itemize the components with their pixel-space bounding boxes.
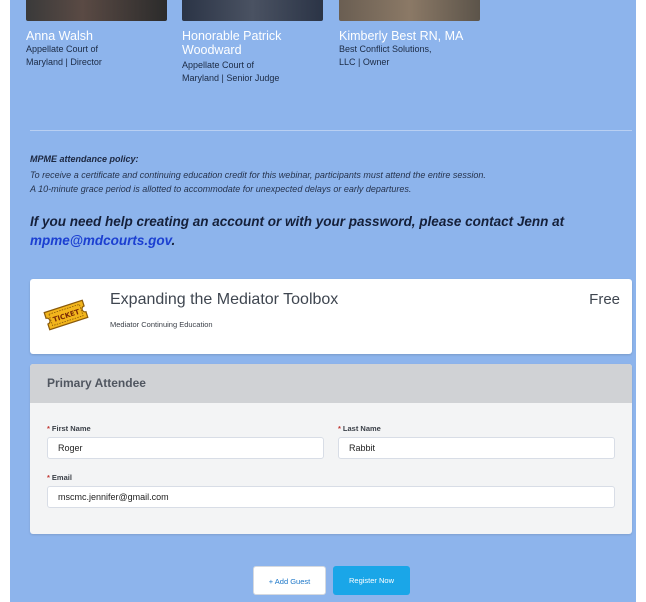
email-label-text: Email xyxy=(51,473,72,482)
attendee-form: Primary Attendee * First Name Roger * Last… xyxy=(30,364,632,534)
speaker-name: Anna Walsh xyxy=(26,29,93,43)
attendee-header: Primary Attendee xyxy=(30,364,632,403)
register-now-button[interactable]: Register Now xyxy=(333,566,410,595)
speaker-role: LLC | Owner xyxy=(339,57,390,67)
policy-title: MPME attendance policy: xyxy=(30,154,139,164)
policy-text: To receive a certificate and continuing … xyxy=(30,170,486,180)
last-name-label: * Last Name xyxy=(338,424,381,433)
ticket-title: Expanding the Mediator Toolbox xyxy=(110,291,339,308)
speaker-role: Maryland | Senior Judge xyxy=(182,73,280,83)
speaker-photo xyxy=(26,0,167,21)
event-registration-page: Anna Walsh Appellate Court of Maryland |… xyxy=(0,0,646,602)
speaker-name: Woodward xyxy=(182,43,242,57)
required-marker: * xyxy=(47,424,50,433)
required-marker: * xyxy=(47,473,50,482)
section-divider xyxy=(30,130,632,131)
help-suffix: . xyxy=(171,233,176,248)
ticket-subtitle: Mediator Continuing Education xyxy=(110,320,213,329)
speaker-role: Maryland | Director xyxy=(26,57,102,67)
email-input[interactable]: mscmc.jennifer@gmail.com xyxy=(47,486,615,508)
ticket-card[interactable]: TICKET Expanding the Mediator Toolbox Me… xyxy=(30,279,632,354)
speaker-photo xyxy=(339,0,480,21)
email-label: * Email xyxy=(47,473,72,482)
help-notice: If you need help creating an account or … xyxy=(30,212,590,250)
speaker-name: Honorable Patrick xyxy=(182,29,282,43)
add-guest-button[interactable]: + Add Guest xyxy=(253,566,326,595)
ticket-price: Free xyxy=(589,291,620,308)
last-name-input[interactable]: Rabbit xyxy=(338,437,615,459)
left-margin xyxy=(0,0,10,602)
last-name-label-text: Last Name xyxy=(342,424,381,433)
speaker-photo xyxy=(182,0,323,21)
attendee-header-title: Primary Attendee xyxy=(47,376,146,390)
speaker-role: Best Conflict Solutions, xyxy=(339,44,432,54)
help-text: If you need help creating an account or … xyxy=(30,214,565,229)
first-name-label-text: First Name xyxy=(51,424,91,433)
policy-text: A 10-minute grace period is allotted to … xyxy=(30,184,412,194)
first-name-input[interactable]: Roger xyxy=(47,437,324,459)
help-email-link[interactable]: mpme@mdcourts.gov xyxy=(30,233,171,248)
required-marker: * xyxy=(338,424,341,433)
speaker-role: Appellate Court of xyxy=(182,60,255,70)
ticket-icon: TICKET xyxy=(43,299,89,331)
first-name-label: * First Name xyxy=(47,424,91,433)
speaker-role: Appellate Court of xyxy=(26,44,99,54)
speaker-name: Kimberly Best RN, MA xyxy=(339,29,464,43)
right-margin xyxy=(636,0,646,602)
